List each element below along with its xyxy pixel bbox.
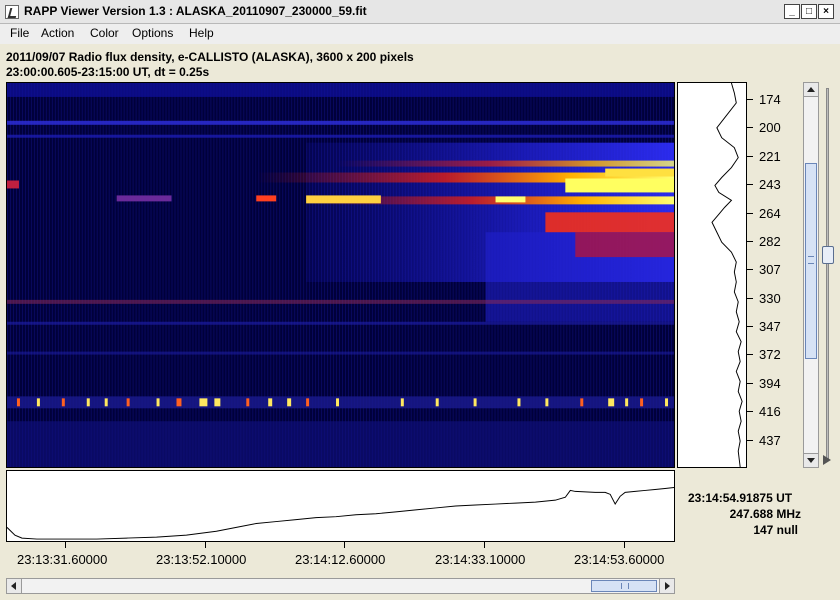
time-tick bbox=[624, 542, 625, 548]
frequency-tick bbox=[747, 440, 753, 441]
frequency-tick bbox=[747, 127, 753, 128]
menu-color[interactable]: Color bbox=[86, 26, 123, 40]
cursor-frequency-readout: 247.688 MHz bbox=[729, 507, 801, 521]
time-tick bbox=[484, 542, 485, 548]
minimize-button[interactable]: _ bbox=[784, 4, 800, 19]
scroll-up-arrow-icon[interactable] bbox=[804, 83, 818, 97]
maximize-button[interactable]: □ bbox=[801, 4, 817, 19]
horizontal-scroll-thumb[interactable] bbox=[591, 580, 657, 592]
frequency-tick-label: 221 bbox=[759, 149, 781, 164]
frequency-tick bbox=[747, 184, 753, 185]
time-tick bbox=[65, 542, 66, 548]
frequency-tick-label: 307 bbox=[759, 262, 781, 277]
menu-action[interactable]: Action bbox=[37, 26, 78, 40]
close-button[interactable]: × bbox=[818, 4, 834, 19]
observation-info: 2011/09/07 Radio flux density, e-CALLIST… bbox=[6, 50, 414, 64]
scroll-right-arrow-icon[interactable] bbox=[659, 579, 674, 593]
time-tick bbox=[205, 542, 206, 548]
frequency-tick-label: 347 bbox=[759, 319, 781, 334]
cursor-value-readout: 147 null bbox=[753, 523, 798, 537]
frequency-tick bbox=[747, 156, 753, 157]
time-tick-label: 23:14:53.60000 bbox=[574, 552, 665, 567]
frequency-tick-label: 416 bbox=[759, 404, 781, 419]
menu-options[interactable]: Options bbox=[128, 26, 177, 40]
frequency-tick bbox=[747, 383, 753, 384]
frequency-tick bbox=[747, 411, 753, 412]
frequency-profile-plot bbox=[677, 82, 747, 468]
frequency-axis: 174 200 221 243 264 282 307 330 347 372 … bbox=[747, 82, 797, 468]
frequency-tick-label: 200 bbox=[759, 120, 781, 135]
cursor-time-readout: 23:14:54.91875 UT bbox=[688, 491, 793, 505]
frequency-tick-label: 372 bbox=[759, 347, 781, 362]
frequency-tick-label: 174 bbox=[759, 92, 781, 107]
time-axis: 23:13:31.60000 23:13:52.10000 23:14:12.6… bbox=[6, 542, 675, 576]
frequency-tick-label: 264 bbox=[759, 206, 781, 221]
frequency-tick-label: 330 bbox=[759, 291, 781, 306]
vertical-scrollbar[interactable] bbox=[803, 82, 819, 468]
slider-track bbox=[826, 88, 829, 460]
frequency-tick bbox=[747, 99, 753, 100]
menu-file[interactable]: File bbox=[6, 26, 33, 40]
frequency-tick-label: 243 bbox=[759, 177, 781, 192]
frequency-tick bbox=[747, 269, 753, 270]
frequency-zoom-slider[interactable] bbox=[820, 82, 836, 468]
time-tick-label: 23:14:12.60000 bbox=[295, 552, 386, 567]
light-curve-plot bbox=[6, 470, 675, 542]
frequency-tick bbox=[747, 298, 753, 299]
scroll-left-arrow-icon[interactable] bbox=[7, 579, 22, 593]
time-tick-label: 23:14:33.10000 bbox=[435, 552, 526, 567]
vertical-scroll-thumb[interactable] bbox=[805, 163, 817, 359]
window-title: RAPP Viewer Version 1.3 : ALASKA_2011090… bbox=[24, 4, 367, 18]
scroll-down-arrow-icon[interactable] bbox=[804, 453, 818, 467]
frequency-tick bbox=[747, 213, 753, 214]
slider-arrow-icon[interactable] bbox=[820, 453, 834, 467]
time-tick-label: 23:13:31.60000 bbox=[17, 552, 108, 567]
frequency-tick-label: 394 bbox=[759, 376, 781, 391]
frequency-tick-label: 437 bbox=[759, 433, 781, 448]
frequency-tick bbox=[747, 241, 753, 242]
app-icon bbox=[5, 5, 19, 19]
frequency-tick bbox=[747, 354, 753, 355]
frequency-tick bbox=[747, 326, 753, 327]
slider-thumb[interactable] bbox=[822, 246, 834, 264]
time-tick-label: 23:13:52.10000 bbox=[156, 552, 247, 567]
time-range-info: 23:00:00.605-23:15:00 UT, dt = 0.25s bbox=[6, 65, 210, 79]
menu-bar: File Action Color Options Help bbox=[0, 24, 840, 44]
frequency-tick-label: 282 bbox=[759, 234, 781, 249]
spectrogram-image[interactable] bbox=[6, 82, 675, 468]
time-tick bbox=[344, 542, 345, 548]
title-bar: RAPP Viewer Version 1.3 : ALASKA_2011090… bbox=[0, 0, 840, 24]
menu-help[interactable]: Help bbox=[185, 26, 218, 40]
horizontal-scrollbar[interactable] bbox=[6, 578, 675, 594]
